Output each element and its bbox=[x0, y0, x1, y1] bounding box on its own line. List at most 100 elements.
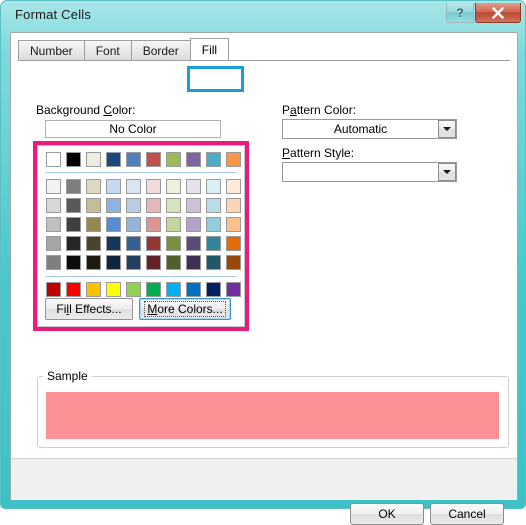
title-bar[interactable]: Format Cells ? bbox=[1, 1, 526, 32]
tint-row-4 bbox=[46, 236, 241, 251]
pattern-color-dropdown[interactable]: Automatic bbox=[282, 119, 457, 139]
fill-tab-highlight-annotation bbox=[187, 66, 244, 92]
tint2-color-swatch-4[interactable] bbox=[106, 198, 121, 213]
standard-color-swatch-7[interactable] bbox=[166, 282, 181, 297]
tint5-color-swatch-10[interactable] bbox=[226, 255, 241, 270]
tint1-color-swatch-10[interactable] bbox=[226, 179, 241, 194]
tint2-color-swatch-7[interactable] bbox=[166, 198, 181, 213]
tint-row-1 bbox=[46, 179, 241, 194]
tint3-color-swatch-3[interactable] bbox=[86, 217, 101, 232]
standard-color-swatch-6[interactable] bbox=[146, 282, 161, 297]
tab-fill[interactable]: Fill bbox=[189, 38, 230, 61]
tint2-color-swatch-1[interactable] bbox=[46, 198, 61, 213]
theme-color-swatch-6[interactable] bbox=[146, 152, 161, 167]
tint4-color-swatch-10[interactable] bbox=[226, 236, 241, 251]
theme-color-swatch-2[interactable] bbox=[66, 152, 81, 167]
tint2-color-swatch-8[interactable] bbox=[186, 198, 201, 213]
tab-border[interactable]: Border bbox=[130, 40, 191, 61]
tint4-color-swatch-7[interactable] bbox=[166, 236, 181, 251]
standard-color-swatch-1[interactable] bbox=[46, 282, 61, 297]
tint1-color-swatch-2[interactable] bbox=[66, 179, 81, 194]
tint3-color-swatch-9[interactable] bbox=[206, 217, 221, 232]
tint1-color-swatch-7[interactable] bbox=[166, 179, 181, 194]
tint2-color-swatch-9[interactable] bbox=[206, 198, 221, 213]
tint2-color-swatch-3[interactable] bbox=[86, 198, 101, 213]
chevron-down-icon[interactable] bbox=[438, 120, 456, 138]
tint2-color-swatch-10[interactable] bbox=[226, 198, 241, 213]
tint5-color-swatch-1[interactable] bbox=[46, 255, 61, 270]
tint2-color-swatch-5[interactable] bbox=[126, 198, 141, 213]
tint5-color-swatch-2[interactable] bbox=[66, 255, 81, 270]
theme-color-swatch-7[interactable] bbox=[166, 152, 181, 167]
tint3-color-swatch-10[interactable] bbox=[226, 217, 241, 232]
tint2-color-swatch-2[interactable] bbox=[66, 198, 81, 213]
tint4-color-swatch-9[interactable] bbox=[206, 236, 221, 251]
tint5-color-swatch-9[interactable] bbox=[206, 255, 221, 270]
tint4-color-swatch-8[interactable] bbox=[186, 236, 201, 251]
dialog-footer bbox=[11, 459, 517, 499]
tint5-color-swatch-6[interactable] bbox=[146, 255, 161, 270]
tab-content-pane: Number Font Border Fill Background Color… bbox=[11, 33, 517, 482]
background-color-label: Background Color: bbox=[36, 103, 136, 117]
theme-color-swatch-8[interactable] bbox=[186, 152, 201, 167]
chevron-down-icon[interactable] bbox=[438, 163, 456, 181]
tint1-color-swatch-6[interactable] bbox=[146, 179, 161, 194]
tint-row-2 bbox=[46, 198, 241, 213]
dialog-client-area: Number Font Border Fill Background Color… bbox=[10, 32, 518, 525]
standard-color-swatch-8[interactable] bbox=[186, 282, 201, 297]
pattern-color-value: Automatic bbox=[333, 122, 388, 136]
help-icon[interactable]: ? bbox=[446, 3, 474, 23]
theme-color-swatch-1[interactable] bbox=[46, 152, 61, 167]
tint5-color-swatch-4[interactable] bbox=[106, 255, 121, 270]
more-colors-button[interactable]: More Colors... bbox=[139, 298, 231, 320]
no-color-button[interactable]: No Color bbox=[45, 120, 221, 138]
tint3-color-swatch-1[interactable] bbox=[46, 217, 61, 232]
tint3-color-swatch-5[interactable] bbox=[126, 217, 141, 232]
standard-color-swatch-10[interactable] bbox=[226, 282, 241, 297]
tint1-color-swatch-5[interactable] bbox=[126, 179, 141, 194]
tint5-color-swatch-8[interactable] bbox=[186, 255, 201, 270]
tint3-color-swatch-4[interactable] bbox=[106, 217, 121, 232]
ok-button[interactable]: OK bbox=[350, 503, 424, 525]
close-icon[interactable] bbox=[475, 3, 521, 23]
tint4-color-swatch-3[interactable] bbox=[86, 236, 101, 251]
window-title: Format Cells bbox=[15, 7, 92, 22]
tint-row-5 bbox=[46, 255, 241, 270]
tint5-color-swatch-5[interactable] bbox=[126, 255, 141, 270]
palette-divider-top bbox=[46, 172, 236, 173]
theme-color-swatch-5[interactable] bbox=[126, 152, 141, 167]
sample-label: Sample bbox=[43, 369, 92, 383]
theme-color-swatch-3[interactable] bbox=[86, 152, 101, 167]
tint5-color-swatch-7[interactable] bbox=[166, 255, 181, 270]
tint5-color-swatch-3[interactable] bbox=[86, 255, 101, 270]
tint2-color-swatch-6[interactable] bbox=[146, 198, 161, 213]
tint4-color-swatch-6[interactable] bbox=[146, 236, 161, 251]
theme-color-swatch-4[interactable] bbox=[106, 152, 121, 167]
tab-number[interactable]: Number bbox=[18, 40, 85, 61]
tint1-color-swatch-9[interactable] bbox=[206, 179, 221, 194]
cancel-button[interactable]: Cancel bbox=[430, 503, 504, 525]
tint4-color-swatch-2[interactable] bbox=[66, 236, 81, 251]
pattern-color-label: Pattern Color: bbox=[282, 103, 357, 117]
tint3-color-swatch-8[interactable] bbox=[186, 217, 201, 232]
tint4-color-swatch-4[interactable] bbox=[106, 236, 121, 251]
tint3-color-swatch-6[interactable] bbox=[146, 217, 161, 232]
tint4-color-swatch-5[interactable] bbox=[126, 236, 141, 251]
tint1-color-swatch-3[interactable] bbox=[86, 179, 101, 194]
theme-color-swatch-9[interactable] bbox=[206, 152, 221, 167]
tint1-color-swatch-1[interactable] bbox=[46, 179, 61, 194]
pattern-style-dropdown[interactable] bbox=[282, 162, 457, 182]
standard-color-swatch-4[interactable] bbox=[106, 282, 121, 297]
standard-color-swatch-5[interactable] bbox=[126, 282, 141, 297]
standard-color-swatch-3[interactable] bbox=[86, 282, 101, 297]
tint1-color-swatch-4[interactable] bbox=[106, 179, 121, 194]
tint1-color-swatch-8[interactable] bbox=[186, 179, 201, 194]
tint3-color-swatch-2[interactable] bbox=[66, 217, 81, 232]
tint3-color-swatch-7[interactable] bbox=[166, 217, 181, 232]
fill-effects-button[interactable]: Fi l l Effects... bbox=[45, 298, 133, 320]
tab-font[interactable]: Font bbox=[83, 40, 132, 61]
standard-color-swatch-9[interactable] bbox=[206, 282, 221, 297]
theme-color-swatch-10[interactable] bbox=[226, 152, 241, 167]
tint4-color-swatch-1[interactable] bbox=[46, 236, 61, 251]
standard-color-swatch-2[interactable] bbox=[66, 282, 81, 297]
